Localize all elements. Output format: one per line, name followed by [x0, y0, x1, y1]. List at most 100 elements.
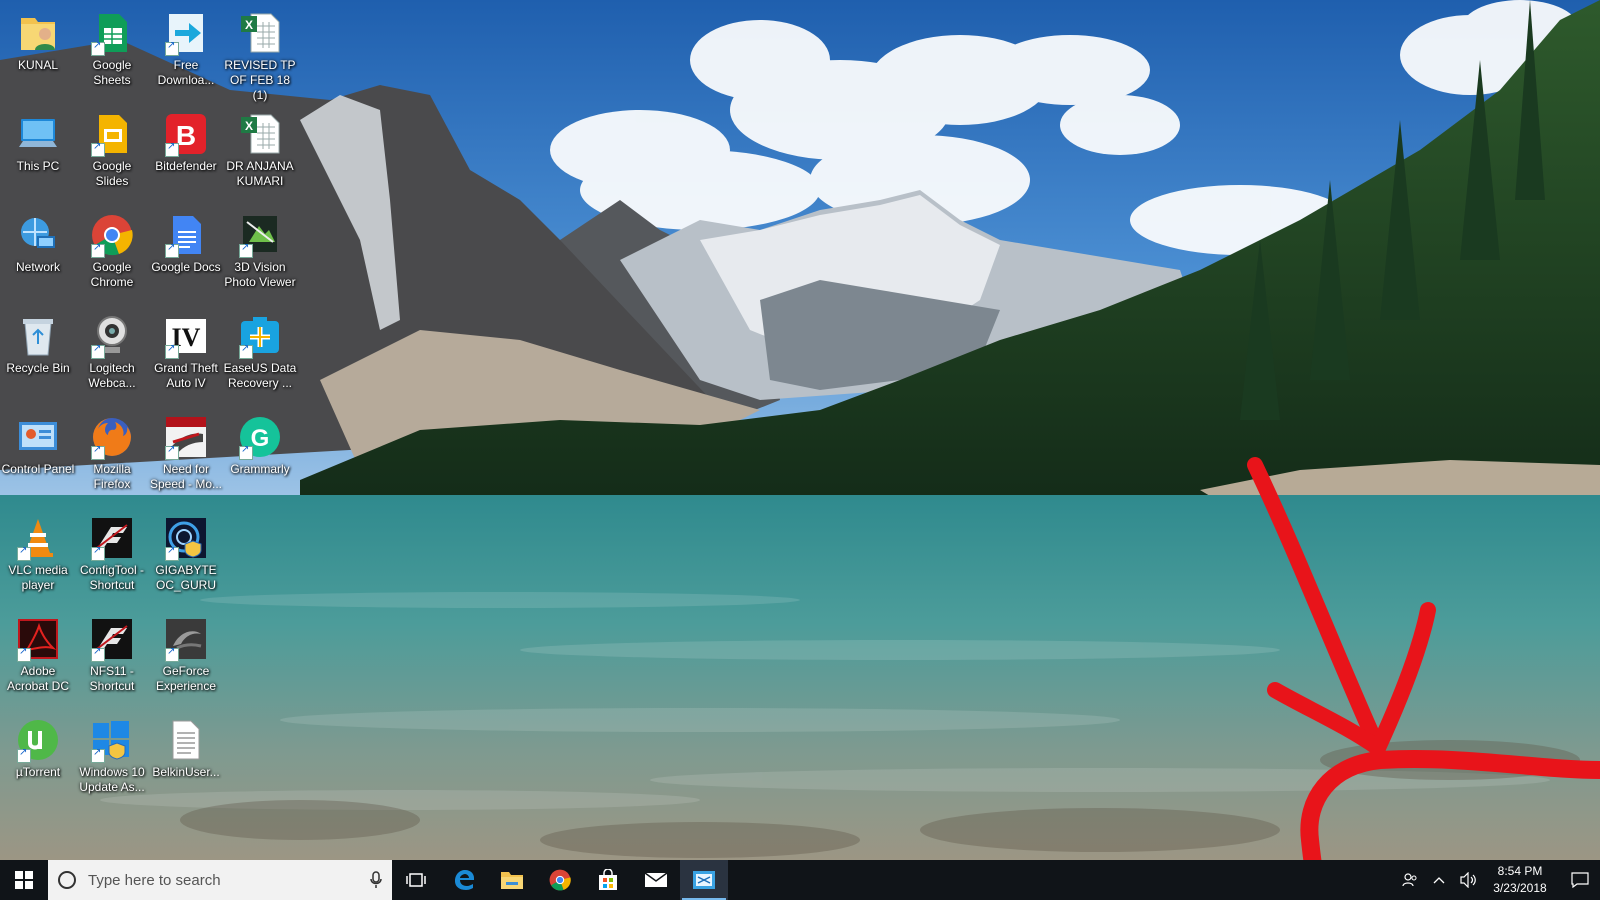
desktop-icon-logitech-webcam[interactable]: Logitech Webca...: [74, 307, 150, 391]
desktop-icon-bitdefender[interactable]: B Bitdefender: [148, 105, 224, 174]
desktop-icon-gta-iv[interactable]: IV Grand Theft Auto IV: [148, 307, 224, 391]
desktop-icon-utorrent[interactable]: µTorrent: [0, 711, 76, 780]
shortcut-arrow-icon: [165, 545, 179, 561]
desktop-icon-grammarly[interactable]: G Grammarly: [222, 408, 298, 477]
svg-text:X: X: [245, 18, 253, 32]
bitdefender-icon: B: [163, 111, 209, 157]
chrome-icon: [549, 869, 571, 891]
webcam-icon: [89, 313, 135, 359]
search-placeholder: Type here to search: [88, 871, 221, 889]
gigabyte-icon: [163, 515, 209, 561]
shortcut-arrow-icon: [91, 141, 105, 157]
desktop-icon-grid: KUNAL This PC Network Recycle Bin Contro…: [0, 0, 310, 860]
desktop-icon-vlc[interactable]: VLC media player: [0, 509, 76, 593]
desktop-icon-google-slides[interactable]: Google Slides: [74, 105, 150, 189]
desktop-icon-this-pc[interactable]: This PC: [0, 105, 76, 174]
acrobat-icon: [15, 616, 61, 662]
shortcut-arrow-icon: [17, 646, 31, 662]
store-icon: [599, 869, 617, 890]
desktop-icon-network[interactable]: Network: [0, 206, 76, 275]
desktop-icon-belkin-user[interactable]: BelkinUser...: [148, 711, 224, 780]
shortcut-arrow-icon: [239, 343, 253, 359]
free-download-manager-icon: [163, 10, 209, 56]
shortcut-arrow-icon: [91, 444, 105, 460]
taskbar-store[interactable]: [584, 860, 632, 900]
control-panel-icon: [15, 414, 61, 460]
desktop-icon-gigabyte-oc-guru[interactable]: GIGABYTE OC_GURU: [148, 509, 224, 593]
desktop-icon-revised-tp[interactable]: X REVISED TP OF FEB 18 (1): [222, 4, 298, 103]
shortcut-arrow-icon: [165, 242, 179, 258]
nfs-icon: [163, 414, 209, 460]
desktop-icon-google-sheets[interactable]: Google Sheets: [74, 4, 150, 88]
action-center-button[interactable]: [1560, 860, 1600, 900]
volume-icon[interactable]: [1456, 860, 1480, 900]
gta-iv-icon: IV: [163, 313, 209, 359]
desktop-icon-adobe-acrobat[interactable]: Adobe Acrobat DC: [0, 610, 76, 694]
taskbar-search-box[interactable]: Type here to search: [48, 860, 392, 900]
excel-file-icon: X: [237, 10, 283, 56]
shortcut-arrow-icon: [165, 343, 179, 359]
shortcut-arrow-icon: [239, 444, 253, 460]
shortcut-arrow-icon: [91, 646, 105, 662]
shortcut-arrow-icon: [165, 646, 179, 662]
windows-update-icon: [89, 717, 135, 763]
vlc-icon: [15, 515, 61, 561]
taskbar-chrome[interactable]: [536, 860, 584, 900]
user-folder-icon: [15, 10, 61, 56]
chrome-icon: [89, 212, 135, 258]
people-icon[interactable]: [1398, 860, 1422, 900]
text-file-icon: [163, 717, 209, 763]
desktop-icon-free-download-manager[interactable]: Free Downloa...: [148, 4, 224, 88]
google-docs-icon: [163, 212, 209, 258]
windows-logo-icon: [15, 871, 33, 889]
desktop-icon-need-for-speed[interactable]: Need for Speed - Mo...: [148, 408, 224, 492]
file-explorer-icon: [501, 872, 523, 889]
grammarly-icon: G: [237, 414, 283, 460]
network-icon: [15, 212, 61, 258]
desktop-icon-windows-10-update[interactable]: Windows 10 Update As...: [74, 711, 150, 795]
desktop-icon-control-panel[interactable]: Control Panel: [0, 408, 76, 477]
svg-text:G: G: [251, 425, 270, 452]
3d-vision-icon: [237, 212, 283, 258]
taskbar-clock[interactable]: 8:54 PM 3/23/2018: [1480, 863, 1560, 897]
firefox-icon: [89, 414, 135, 460]
excel-file-icon: X: [237, 111, 283, 157]
desktop-icon-nfs11[interactable]: NFS11 - Shortcut: [74, 610, 150, 694]
google-slides-icon: [89, 111, 135, 157]
task-view-icon: [406, 873, 426, 887]
geforce-icon: [163, 616, 209, 662]
desktop-icon-geforce-experience[interactable]: GeForce Experience: [148, 610, 224, 694]
start-button[interactable]: [0, 860, 48, 900]
shortcut-arrow-icon: [91, 545, 105, 561]
nfs11-icon: [89, 616, 135, 662]
show-hidden-icons-chevron-icon[interactable]: [1422, 860, 1456, 900]
easeus-icon: [237, 313, 283, 359]
task-view-button[interactable]: [392, 860, 440, 900]
desktop-icon-dr-anjana-kumari[interactable]: X DR ANJANA KUMARI: [222, 105, 298, 189]
desktop-icon-recycle-bin[interactable]: Recycle Bin: [0, 307, 76, 376]
shortcut-arrow-icon: [17, 747, 31, 763]
shortcut-arrow-icon: [91, 747, 105, 763]
shortcut-arrow-icon: [239, 242, 253, 258]
desktop-icon-kunal[interactable]: KUNAL: [0, 4, 76, 73]
microphone-icon[interactable]: [370, 871, 382, 889]
notification-icon: [1571, 872, 1589, 888]
desktop-icon-google-chrome[interactable]: Google Chrome: [74, 206, 150, 290]
shortcut-arrow-icon: [91, 242, 105, 258]
mail-icon: [644, 872, 668, 887]
configtool-icon: [89, 515, 135, 561]
recycle-bin-icon: [15, 313, 61, 359]
desktop-icon-3d-vision[interactable]: 3D Vision Photo Viewer: [222, 206, 298, 290]
google-sheets-icon: [89, 10, 135, 56]
snipping-tool-icon: [693, 871, 715, 889]
desktop-icon-mozilla-firefox[interactable]: Mozilla Firefox: [74, 408, 150, 492]
taskbar-snipping-tool[interactable]: [680, 860, 728, 900]
shortcut-arrow-icon: [91, 40, 105, 56]
desktop-icon-google-docs[interactable]: Google Docs: [148, 206, 224, 275]
clock-date: 3/23/2018: [1493, 881, 1547, 895]
taskbar-edge[interactable]: [440, 860, 488, 900]
taskbar-mail[interactable]: [632, 860, 680, 900]
desktop-icon-easeus[interactable]: EaseUS Data Recovery ...: [222, 307, 298, 391]
taskbar-file-explorer[interactable]: [488, 860, 536, 900]
desktop-icon-configtool[interactable]: ConfigTool - Shortcut: [74, 509, 150, 593]
